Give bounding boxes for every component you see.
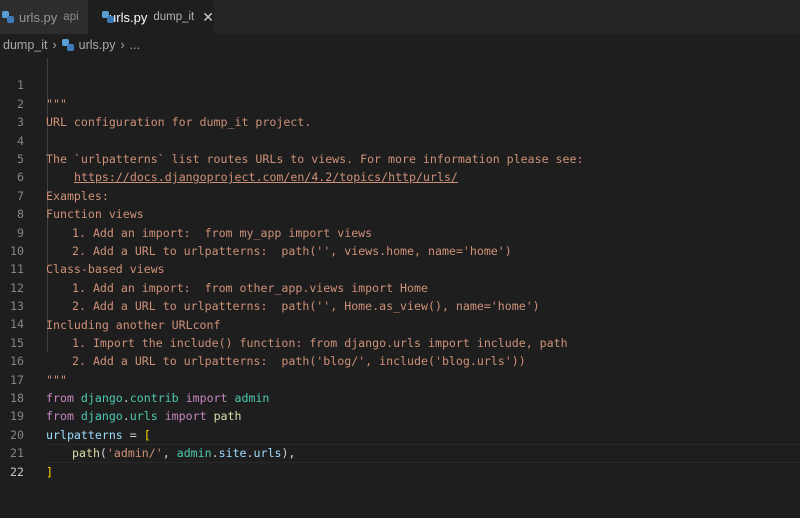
code-line[interactable]: 9 2. Add a URL to urlpatterns: path('', … [0,205,800,258]
tab-bar: urls.py api urls.py dump_it ✕ [0,0,800,34]
tab-label: urls.py [109,9,148,25]
code-line[interactable]: 14 1. Import the include() function: fro… [0,297,800,349]
python-file-icon [61,39,74,51]
code-line[interactable]: 19 urlpatterns = [ [0,389,800,441]
code-line[interactable]: 11 1. Add an import: from other_app.view… [0,242,800,294]
code-line[interactable]: 20 path('admin/', admin.site.urls), [0,407,800,460]
tab-urls-py-dump-it[interactable]: urls.py dump_it ✕ [88,0,214,34]
breadcrumb-folder[interactable]: dump_it [3,38,47,52]
tab-label: urls.py [19,9,58,25]
code-line[interactable]: 10 Class-based views [0,224,800,276]
code-line[interactable]: 3 [0,95,800,129]
breadcrumb: dump_it › urls.py › ... [0,34,800,56]
code-line[interactable]: 7 Function views [0,168,800,221]
code-line[interactable]: 8 1. Add an import: from my_app import v… [0,187,800,239]
tab-urls-py-api[interactable]: urls.py api [0,0,88,34]
code-line[interactable]: 12 2. Add a URL to urlpatterns: path('',… [0,260,800,313]
code-line[interactable]: 13 Including another URLconf [0,279,800,331]
code-text: ] [46,464,53,479]
chevron-right-icon: › [120,38,125,52]
line-number: 22 [10,464,24,479]
code-line[interactable]: 6 Examples: [0,150,800,202]
breadcrumb-file[interactable]: urls.py [79,38,116,52]
code-line-current[interactable]: 22 [0,444,800,479]
code-line[interactable]: 17 from django.contrib import admin [0,352,800,405]
code-line[interactable]: 21 ] [0,426,800,478]
code-line[interactable]: 18 from django.urls import path [0,371,800,423]
code-line[interactable]: 15 2. Add a URL to urlpatterns: path('bl… [0,315,800,368]
tab-description: dump_it [153,11,195,23]
python-file-icon [102,11,115,23]
code-line[interactable]: 1 """ [0,58,800,110]
chevron-right-icon: › [52,38,57,52]
code-line[interactable]: 2 URL configuration for dump_it project. [0,76,800,129]
code-line[interactable]: 5 https://docs.djangoproject.com/en/4.2/… [0,132,800,184]
code-line[interactable]: 16 """ [0,334,800,386]
breadcrumb-symbols[interactable]: ... [130,38,140,52]
python-file-icon [2,11,14,23]
code-line[interactable]: 4 The `urlpatterns` list routes URLs to … [0,113,800,166]
tab-description: api [63,11,79,23]
code-editor[interactable]: 1 """ 2 URL configuration for dump_it pr… [0,58,800,479]
close-icon[interactable]: ✕ [202,9,214,26]
